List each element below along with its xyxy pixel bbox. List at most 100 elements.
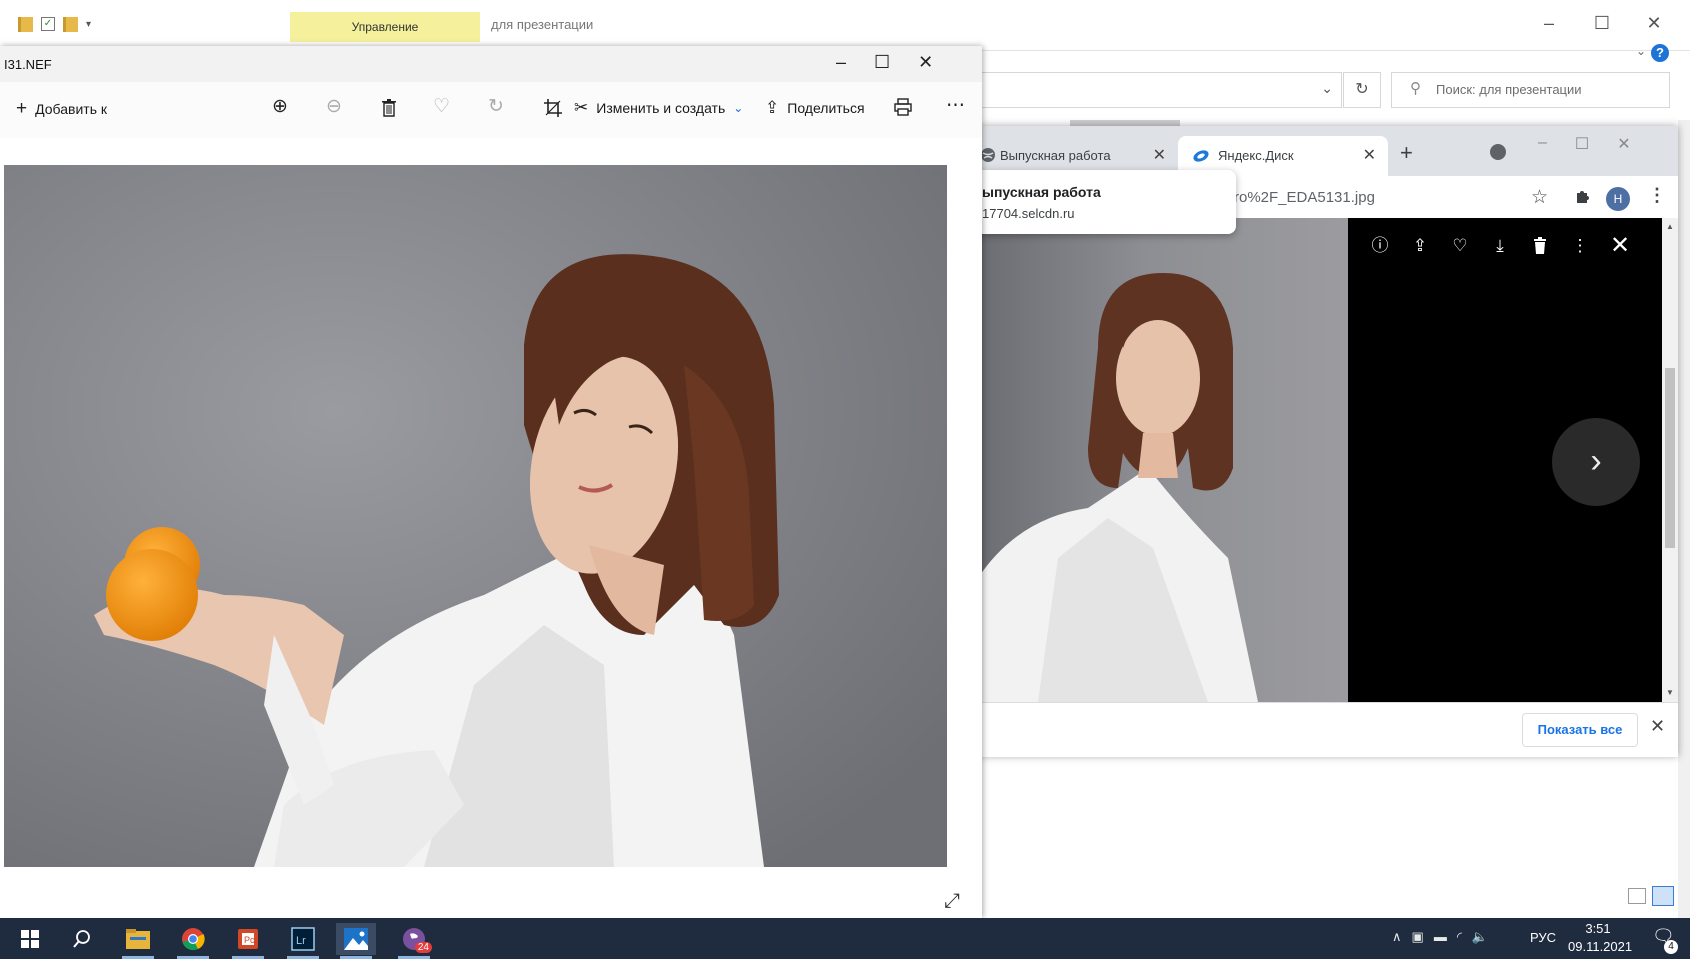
large-icons-view-icon[interactable] — [1652, 886, 1674, 906]
vertical-scrollbar[interactable] — [1678, 120, 1690, 918]
add-to-button[interactable]: + Добавить к — [16, 98, 107, 120]
share-icon: ⇪ — [765, 98, 780, 117]
folder-icon[interactable] — [18, 16, 33, 32]
window-controls: – ☐ ✕ — [836, 52, 933, 73]
help-icon[interactable]: ? — [1651, 44, 1669, 62]
address-bar[interactable]: ⌄ — [980, 72, 1342, 108]
hover-card-title: ыпускная работа — [982, 184, 1101, 200]
viber-unread-badge: 24 — [414, 942, 432, 953]
properties-check-icon[interactable]: ✓ — [41, 17, 55, 31]
search-input[interactable]: ⚲ Поиск: для презентации — [1391, 72, 1670, 108]
maximize-icon[interactable]: ☐ — [1575, 134, 1589, 154]
viewer-toolbar: ⓘ ⇪ ♡ ⤓ ⋮ ✕ — [1370, 234, 1631, 258]
edit-and-create-button[interactable]: ✂ Изменить и создать ⌄ — [574, 98, 743, 118]
ribbon-tab-manage[interactable]: Управление — [290, 12, 480, 42]
viber-icon[interactable]: 24 — [394, 923, 434, 959]
search-placeholder: Поиск: для презентации — [1436, 82, 1582, 97]
zoom-in-icon[interactable]: ⊕ — [272, 95, 288, 118]
close-tab-icon[interactable]: ✕ — [1363, 145, 1376, 165]
scrollbar-thumb[interactable] — [1665, 368, 1675, 548]
lightroom-icon[interactable]: Lr — [283, 923, 323, 959]
close-download-bar-icon[interactable]: ✕ — [1650, 716, 1665, 737]
battery-icon[interactable]: ▬ — [1434, 929, 1447, 945]
meet-now-icon[interactable]: ▣ — [1412, 929, 1424, 945]
next-image-button[interactable]: › — [1552, 418, 1640, 506]
trash-icon[interactable] — [1530, 236, 1550, 256]
close-viewer-icon[interactable]: ✕ — [1610, 234, 1630, 258]
notification-count-badge: 4 — [1664, 940, 1678, 954]
more-vertical-icon[interactable]: ⋮ — [1570, 236, 1590, 256]
hover-card-url: 17704.selcdn.ru — [982, 206, 1075, 221]
zoom-out-icon[interactable]: ⊖ — [326, 95, 342, 118]
tab-search-icon[interactable] — [1490, 144, 1506, 160]
edit-scissors-icon: ✂ — [574, 98, 589, 117]
explorer-title-bar: ✓ ▾ Управление для презентации – ☐ ✕ — [0, 0, 1690, 51]
view-mode-buttons — [1628, 884, 1678, 906]
minimize-icon[interactable]: – — [1537, 14, 1561, 32]
details-view-icon[interactable] — [1628, 888, 1646, 904]
full-screen-expand-icon[interactable]: ⤢ — [944, 890, 960, 913]
wifi-icon[interactable]: ◜ — [1457, 929, 1462, 945]
chrome-icon[interactable] — [173, 923, 213, 959]
download-icon[interactable]: ⤓ — [1490, 236, 1510, 256]
globe-icon — [980, 147, 996, 163]
page-scrollbar[interactable]: ▲ ▼ — [1662, 218, 1678, 702]
heart-icon[interactable]: ♡ — [1450, 236, 1470, 256]
main-photo — [4, 165, 947, 867]
scroll-down-arrow-icon[interactable]: ▼ — [1666, 688, 1674, 697]
refresh-icon[interactable]: ↻ — [1343, 72, 1381, 108]
window-controls: – ☐ ✕ — [1538, 134, 1631, 154]
extensions-puzzle-icon[interactable] — [1574, 187, 1592, 205]
add-to-label: Добавить к — [35, 101, 107, 117]
share-button[interactable]: ⇪ Поделиться — [765, 98, 865, 118]
tab-strip: Выпускная работа ✕ Яндекс.Диск ✕ + – ☐ ✕ — [978, 126, 1678, 176]
edit-and-create-label: Изменить и создать — [596, 100, 726, 116]
search-icon[interactable] — [62, 923, 102, 955]
download-bar: Показать все ✕ — [978, 702, 1678, 757]
portrait-photo-preview — [978, 218, 1348, 702]
url-text[interactable]: ro%2F_EDA5131.jpg — [1234, 189, 1375, 206]
volume-icon[interactable]: 🔈 — [1472, 929, 1488, 945]
info-icon[interactable]: ⓘ — [1370, 236, 1390, 256]
close-tab-icon[interactable]: ✕ — [1153, 145, 1166, 165]
maximize-icon[interactable]: ☐ — [874, 52, 890, 73]
photos-title-bar: I31.NEF – ☐ ✕ — [0, 46, 982, 82]
explorer-window-title: для презентации — [491, 17, 594, 32]
input-language-indicator[interactable]: РУС — [1530, 930, 1556, 945]
image-viewer: ⓘ ⇪ ♡ ⤓ ⋮ ✕ › — [978, 218, 1662, 702]
profile-avatar[interactable]: Н — [1606, 187, 1630, 211]
ribbon-expand-icon[interactable]: ⌄ — [1636, 44, 1646, 58]
tab-hover-card: ыпускная работа 17704.selcdn.ru — [970, 170, 1236, 234]
minimize-icon[interactable]: – — [1538, 134, 1547, 154]
show-all-button[interactable]: Показать все — [1522, 713, 1638, 747]
customize-dropdown-icon[interactable]: ▾ — [86, 19, 91, 30]
chrome-menu-icon[interactable]: ⋮ — [1648, 185, 1666, 206]
powerpoint-icon[interactable]: Pc — [228, 923, 268, 959]
file-explorer-icon[interactable] — [118, 923, 158, 959]
tray-chevron-up-icon[interactable]: ∧ — [1392, 929, 1402, 945]
close-icon[interactable]: ✕ — [1617, 134, 1630, 154]
close-icon[interactable]: ✕ — [1642, 14, 1666, 32]
favorite-heart-icon[interactable]: ♡ — [433, 95, 450, 118]
share-icon[interactable]: ⇪ — [1410, 236, 1430, 256]
more-options-icon[interactable]: ⋯ — [946, 94, 965, 117]
clock-date: 09.11.2021 — [1568, 939, 1633, 954]
minimize-icon[interactable]: – — [836, 52, 846, 73]
tab-label: Яндекс.Диск — [1218, 148, 1294, 163]
maximize-icon[interactable]: ☐ — [1590, 14, 1614, 32]
bookmark-star-icon[interactable]: ☆ — [1531, 186, 1548, 209]
address-history-chevron-icon[interactable]: ⌄ — [1321, 80, 1333, 97]
close-icon[interactable]: ✕ — [918, 52, 933, 73]
new-folder-icon[interactable] — [63, 16, 78, 32]
clock-time: 3:51 — [1585, 921, 1611, 936]
clock[interactable]: 3:51 09.11.2021 — [1568, 920, 1633, 956]
crop-icon[interactable] — [543, 98, 563, 118]
windows-start-icon[interactable] — [10, 923, 50, 955]
new-tab-icon[interactable]: + — [1400, 140, 1413, 166]
rotate-icon[interactable]: ↻ — [488, 95, 504, 118]
delete-icon[interactable] — [381, 99, 397, 117]
photos-icon[interactable] — [336, 923, 376, 959]
file-name: I31.NEF — [4, 57, 52, 72]
scroll-up-arrow-icon[interactable]: ▲ — [1666, 222, 1674, 231]
print-icon[interactable] — [893, 97, 913, 117]
